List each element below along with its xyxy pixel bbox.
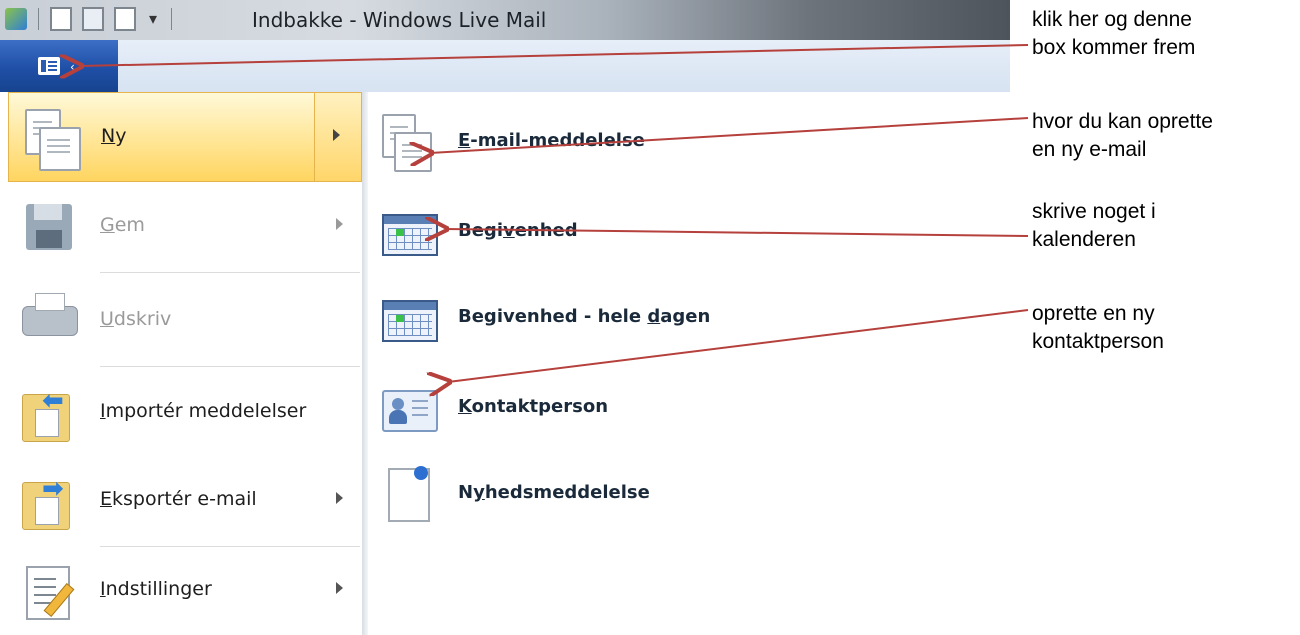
- menu-item-options[interactable]: Indstillinger: [8, 546, 362, 635]
- contact-card-icon: [380, 380, 438, 436]
- annotation-app-menu: klik her og denne box kommer frem: [1032, 6, 1195, 62]
- menu-item-label: Indstillinger: [100, 578, 212, 600]
- chevron-right-icon: [336, 492, 343, 504]
- calendar-icon: [380, 204, 438, 260]
- app-menu: Ny Gem Udskriv ⬅ Importér meddelelser ➡: [0, 92, 1010, 635]
- annotation-line: box kommer frem: [1032, 36, 1196, 59]
- menu-item-label: Ny: [101, 125, 127, 147]
- menu-item-new[interactable]: Ny: [8, 92, 362, 182]
- submenu-item-email-message[interactable]: E-mail-meddelelse: [380, 106, 1000, 178]
- menu-item-save[interactable]: Gem: [8, 182, 362, 272]
- annotation-line: oprette en ny: [1032, 302, 1155, 325]
- app-menu-button[interactable]: ‹: [0, 40, 118, 92]
- submenu-item-newsgroup-message[interactable]: Nyhedsmeddelelse: [380, 458, 1000, 530]
- new-mail-icon[interactable]: [50, 7, 72, 31]
- printer-icon: [20, 292, 80, 352]
- toolbar-separator: [38, 8, 39, 30]
- chevron-right-icon: [333, 129, 340, 141]
- submenu-item-label: Begivenhed - hele dagen: [458, 306, 711, 327]
- menu-item-import-messages[interactable]: ⬅ Importér meddelelser: [8, 368, 362, 458]
- menu-item-export-email[interactable]: ➡ Eksportér e-mail: [8, 456, 362, 546]
- menu-item-label: Udskriv: [100, 308, 172, 330]
- toolbar-separator: [171, 8, 172, 30]
- chevron-right-icon: [336, 218, 343, 230]
- menu-separator: [100, 272, 360, 273]
- new-submenu: E-mail-meddelelse Begivenhed Begivenhed …: [368, 92, 1010, 635]
- title-bar: ▾ Indbakke - Windows Live Mail: [0, 0, 1010, 40]
- customize-dropdown-icon[interactable]: ▾: [146, 8, 160, 30]
- calendar-icon: [380, 290, 438, 346]
- email-document-icon: [380, 114, 436, 172]
- submenu-item-label: E-mail-meddelelse: [458, 130, 645, 151]
- app-menu-left-column: Ny Gem Udskriv ⬅ Importér meddelelser ➡: [0, 92, 362, 635]
- window-title: Indbakke - Windows Live Mail: [252, 8, 547, 32]
- menu-separator: [100, 366, 360, 367]
- annotation-line: kontaktperson: [1032, 330, 1164, 353]
- import-folder-icon: ⬅: [20, 384, 80, 444]
- chevron-right-icon: [336, 582, 343, 594]
- submenu-item-label: Begivenhed: [458, 220, 578, 241]
- submenu-item-event[interactable]: Begivenhed: [380, 196, 1000, 268]
- app-icon: [5, 8, 27, 30]
- submenu-item-label: Nyhedsmeddelelse: [458, 482, 650, 503]
- annotation-line: skrive noget i: [1032, 200, 1156, 223]
- reply-icon[interactable]: [82, 7, 104, 31]
- menu-item-label: Gem: [100, 214, 145, 236]
- settings-checklist-icon: [20, 562, 80, 622]
- annotation-line: hvor du kan oprette: [1032, 110, 1213, 133]
- submenu-item-contact[interactable]: Kontaktperson: [380, 372, 1000, 444]
- ribbon-tab-bar: [0, 40, 1010, 93]
- annotation-event: skrive noget i kalenderen: [1032, 198, 1156, 254]
- menu-icon: [38, 57, 60, 75]
- submenu-item-all-day-event[interactable]: Begivenhed - hele dagen: [380, 282, 1000, 354]
- annotation-line: en ny e-mail: [1032, 138, 1147, 161]
- menu-item-label: Eksportér e-mail: [100, 488, 257, 510]
- floppy-disk-icon: [20, 198, 80, 258]
- chevron-left-icon: ‹: [70, 60, 75, 74]
- windows-live-mail-screenshot: ▾ Indbakke - Windows Live Mail ‹ Ny Gem: [0, 0, 1010, 635]
- news-pin-icon: [380, 466, 436, 522]
- menu-item-print[interactable]: Udskriv: [8, 276, 362, 366]
- quick-access-toolbar: ▾: [0, 4, 178, 34]
- send-receive-icon[interactable]: [114, 7, 136, 31]
- annotation-line: kalenderen: [1032, 228, 1136, 251]
- menu-item-label: Importér meddelelser: [100, 400, 307, 422]
- annotation-contact: oprette en ny kontaktperson: [1032, 300, 1164, 356]
- submenu-item-label: Kontaktperson: [458, 396, 609, 417]
- export-folder-icon: ➡: [20, 472, 80, 532]
- annotation-email: hvor du kan oprette en ny e-mail: [1032, 108, 1213, 164]
- new-message-icon: [21, 109, 81, 171]
- annotation-line: klik her og denne: [1032, 8, 1192, 31]
